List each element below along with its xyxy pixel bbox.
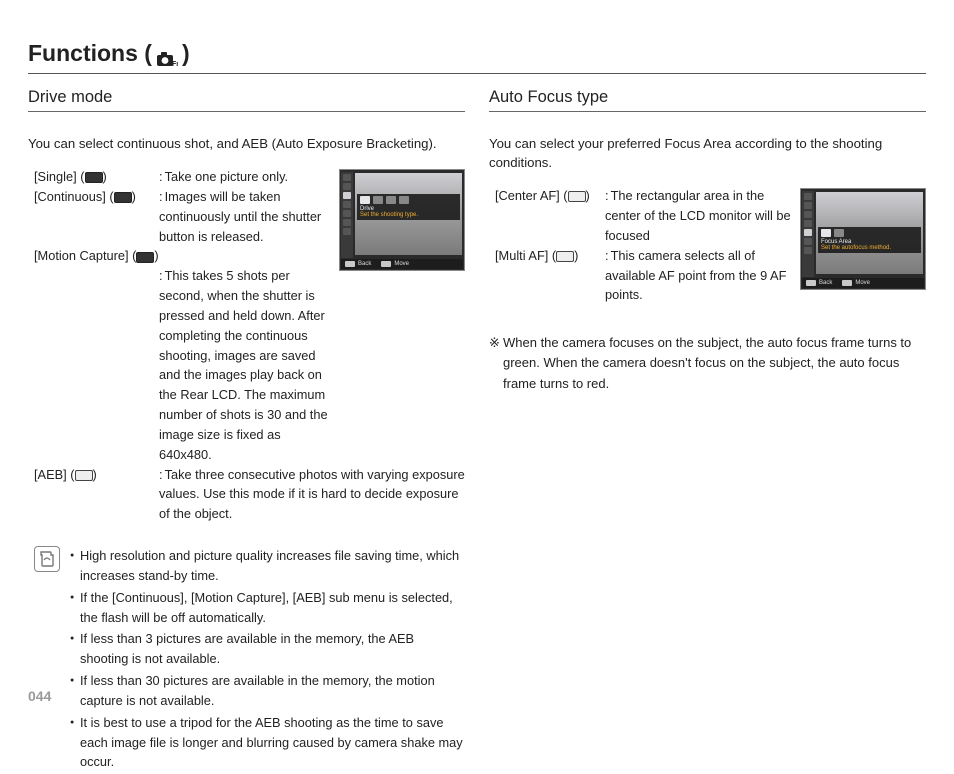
drive-note-2: If less than 3 pictures are available in… bbox=[70, 629, 465, 669]
drive-item-aeb: [AEB] () :Take three consecutive photos … bbox=[34, 465, 465, 524]
camera-fn-icon: Fn bbox=[156, 46, 178, 62]
left-column: Drive mode You can select continuous sho… bbox=[28, 88, 465, 774]
af-preview-back: Back bbox=[819, 280, 832, 286]
title-prefix: Functions ( bbox=[28, 40, 152, 67]
right-column: Auto Focus type You can select your pref… bbox=[489, 88, 926, 774]
drive-note-0: High resolution and picture quality incr… bbox=[70, 546, 465, 586]
drive-item-motion-desc: :This takes 5 shots per second, when the… bbox=[34, 266, 331, 464]
drive-note-3: If less than 30 pictures are available i… bbox=[70, 671, 465, 711]
single-icon bbox=[85, 172, 103, 183]
page-number: 044 bbox=[28, 688, 51, 704]
center-af-icon bbox=[568, 191, 586, 202]
af-preview-move: Move bbox=[855, 280, 870, 286]
reference-mark-icon: ※ bbox=[489, 333, 500, 353]
drive-preview: Drive Set the shooting type. Back Move bbox=[339, 169, 465, 271]
af-heading: Auto Focus type bbox=[489, 88, 926, 112]
svg-text:Fn: Fn bbox=[172, 61, 178, 67]
multi-af-icon bbox=[556, 251, 574, 262]
drive-preview-back: Back bbox=[358, 261, 371, 267]
drive-item-single: [Single] () :Take one picture only. bbox=[34, 167, 331, 187]
title-suffix: ) bbox=[182, 40, 190, 67]
drive-note-1: If the [Continuous], [Motion Capture], [… bbox=[70, 588, 465, 628]
drive-note-4: It is best to use a tripod for the AEB s… bbox=[70, 713, 465, 772]
page-title: Functions ( Fn ) bbox=[28, 40, 926, 74]
drive-notes: High resolution and picture quality incr… bbox=[34, 546, 465, 774]
drive-mode-heading: Drive mode bbox=[28, 88, 465, 112]
af-preview-sub: Set the autofocus method. bbox=[821, 245, 918, 251]
drive-item-motion: [Motion Capture] () bbox=[34, 246, 331, 266]
af-preview: Focus Area Set the autofocus method. Bac… bbox=[800, 188, 926, 290]
af-star-note: ※ When the camera focuses on the subject… bbox=[489, 333, 926, 393]
aeb-icon bbox=[75, 470, 93, 481]
motion-icon bbox=[136, 252, 154, 263]
continuous-icon bbox=[114, 192, 132, 203]
note-icon bbox=[34, 546, 60, 572]
drive-preview-sub: Set the shooting type. bbox=[360, 212, 457, 218]
drive-preview-move: Move bbox=[394, 261, 409, 267]
drive-item-continuous: [Continuous] () :Images will be taken co… bbox=[34, 187, 331, 246]
drive-mode-intro: You can select continuous shot, and AEB … bbox=[28, 134, 465, 153]
af-item-center: [Center AF] () :The rectangular area in … bbox=[495, 186, 792, 245]
af-item-multi: [Multi AF] () :This camera selects all o… bbox=[495, 246, 792, 305]
af-intro: You can select your preferred Focus Area… bbox=[489, 134, 926, 172]
